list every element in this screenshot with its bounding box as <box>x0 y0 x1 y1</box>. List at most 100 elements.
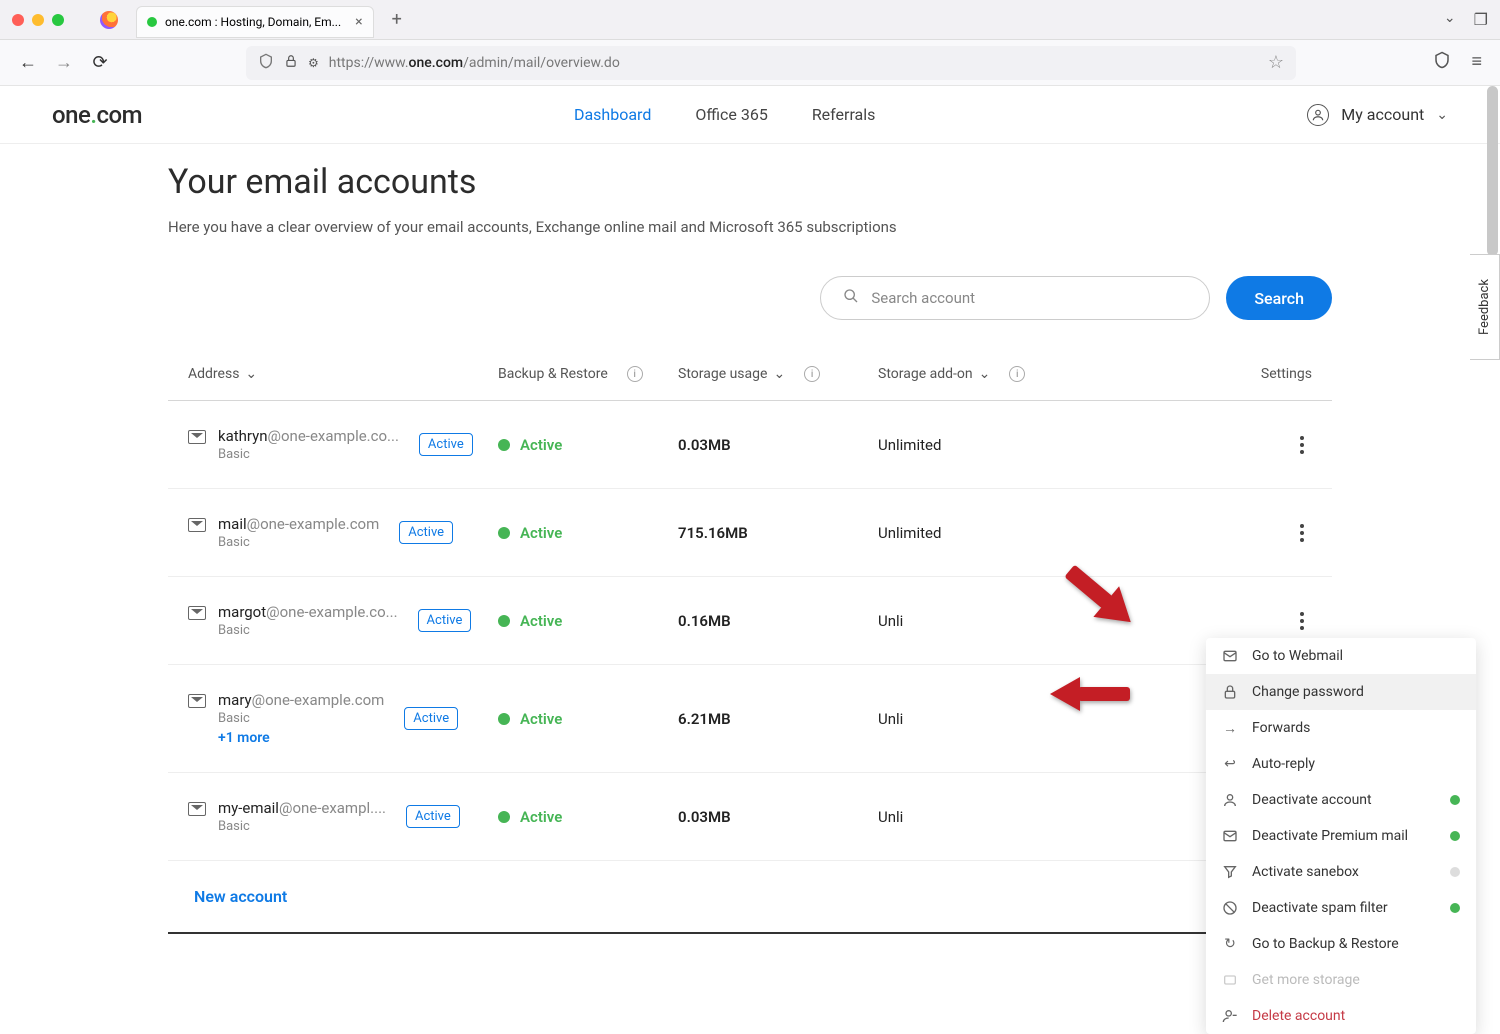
reload-button[interactable]: ⟳ <box>90 52 110 73</box>
person-remove-icon <box>1222 1008 1238 1024</box>
th-addon[interactable]: Storage add-on⌄ i <box>878 366 1108 382</box>
table-row: my-email@one-exampl.... Basic Active Act… <box>168 773 1332 861</box>
dd-auto-reply[interactable]: ↩Auto-reply <box>1206 746 1476 782</box>
pocket-icon[interactable] <box>1433 51 1451 74</box>
account-menu[interactable]: My account ⌄ <box>1307 104 1448 126</box>
minimize-window-button[interactable] <box>32 14 44 26</box>
person-icon <box>1222 792 1238 808</box>
site-topnav: one.com Dashboard Office 365 Referrals M… <box>0 86 1500 144</box>
email-local: my-email <box>218 799 279 817</box>
email-domain: @one-example.co... <box>266 603 397 621</box>
email-domain: @one-exampl.... <box>279 799 386 817</box>
app-menu-icon[interactable]: ≡ <box>1471 51 1482 74</box>
forward-button[interactable]: → <box>54 52 74 73</box>
shield-icon <box>258 53 274 73</box>
tab-title: one.com : Hosting, Domain, Em... <box>165 15 341 29</box>
more-link[interactable]: +1 more <box>218 730 384 746</box>
tab-close-icon[interactable]: × <box>349 14 362 30</box>
chevron-down-icon: ⌄ <box>245 366 257 382</box>
url-toolbar: ← → ⟳ ⚙ https://www.one.com/admin/mail/o… <box>0 40 1500 86</box>
feedback-tab[interactable]: Feedback <box>1470 254 1500 360</box>
tabs-dropdown-icon[interactable]: ⌄ <box>1444 10 1456 29</box>
dd-activate-sanebox[interactable]: Activate sanebox <box>1206 854 1476 890</box>
new-account-button[interactable]: New account <box>168 861 1332 934</box>
status-dot-icon <box>1450 867 1460 877</box>
mail-icon <box>1222 828 1238 844</box>
storage-usage: 0.03MB <box>678 808 878 826</box>
info-icon[interactable]: i <box>627 366 643 382</box>
status-dot-icon <box>1450 831 1460 841</box>
nav-dashboard[interactable]: Dashboard <box>574 105 651 124</box>
site-logo[interactable]: one.com <box>52 101 142 129</box>
nav-office365[interactable]: Office 365 <box>695 105 767 124</box>
traffic-lights <box>12 14 64 26</box>
dd-deactivate-account[interactable]: Deactivate account <box>1206 782 1476 818</box>
lock-icon <box>284 54 298 72</box>
email-domain: @one-example.com <box>252 691 385 709</box>
annotation-arrow-to-change-password <box>1050 677 1140 715</box>
webmail-icon <box>1222 648 1238 664</box>
table-row: kathryn@one-example.co... Basic Active A… <box>168 401 1332 489</box>
dd-goto-webmail[interactable]: Go to Webmail <box>1206 638 1476 674</box>
close-window-button[interactable] <box>12 14 24 26</box>
dd-delete-account[interactable]: Delete account <box>1206 998 1476 1034</box>
storage-usage: 0.03MB <box>678 436 878 454</box>
mail-icon <box>188 430 206 444</box>
storage-usage: 6.21MB <box>678 710 878 728</box>
arrow-right-icon: → <box>1222 720 1238 736</box>
bookmark-star-icon[interactable]: ☆ <box>1268 52 1284 73</box>
maximize-window-button[interactable] <box>52 14 64 26</box>
tab-favicon <box>147 17 157 27</box>
info-icon[interactable]: i <box>1009 366 1025 382</box>
email-local: mary <box>218 691 252 709</box>
email-local: margot <box>218 603 266 621</box>
storage-usage: 0.16MB <box>678 612 878 630</box>
reply-icon: ↩ <box>1222 756 1238 772</box>
dd-goto-backup[interactable]: ↻Go to Backup & Restore <box>1206 926 1476 962</box>
backup-status: Active <box>520 436 562 454</box>
th-address[interactable]: Address⌄ <box>188 366 498 382</box>
row-actions-button[interactable] <box>1292 518 1312 548</box>
back-button[interactable]: ← <box>18 52 38 73</box>
storage-addon: Unlimited <box>878 436 1108 454</box>
email-accounts-table: Address⌄ Backup & Restore i Storage usag… <box>168 348 1332 934</box>
browser-tab[interactable]: one.com : Hosting, Domain, Em... × <box>136 6 374 38</box>
storage-addon: Unli <box>878 808 1108 826</box>
row-actions-button[interactable] <box>1292 606 1312 636</box>
address-bar[interactable]: ⚙ https://www.one.com/admin/mail/overvie… <box>246 46 1296 80</box>
row-actions-button[interactable] <box>1292 430 1312 460</box>
th-storage[interactable]: Storage usage⌄ i <box>678 366 878 382</box>
info-icon[interactable]: i <box>804 366 820 382</box>
email-domain: @one-example.com <box>247 515 380 533</box>
dd-deactivate-spam[interactable]: Deactivate spam filter <box>1206 890 1476 926</box>
avatar-icon <box>1307 104 1329 126</box>
search-button[interactable]: Search <box>1226 276 1332 320</box>
annotation-arrow-to-kebab <box>1055 560 1145 634</box>
dd-change-password[interactable]: Change password <box>1206 674 1476 710</box>
mail-icon <box>188 802 206 816</box>
mail-icon <box>188 694 206 708</box>
backup-status: Active <box>520 524 562 542</box>
restore-icon: ↻ <box>1222 936 1238 952</box>
tier-label: Basic <box>218 535 379 550</box>
new-tab-button[interactable]: + <box>382 9 412 30</box>
backup-status: Active <box>520 808 562 826</box>
table-row: mail@one-example.com Basic Active Active… <box>168 489 1332 577</box>
search-input[interactable]: Search account <box>820 276 1210 320</box>
window-titlebar: one.com : Hosting, Domain, Em... × + ⌄ ❐ <box>0 0 1500 40</box>
permissions-icon[interactable]: ⚙ <box>308 56 319 70</box>
backup-status: Active <box>520 710 562 728</box>
dd-deactivate-premium[interactable]: Deactivate Premium mail <box>1206 818 1476 854</box>
search-icon <box>843 288 859 308</box>
tier-label: Basic <box>218 623 398 638</box>
window-copy-icon[interactable]: ❐ <box>1474 10 1488 29</box>
active-badge: Active <box>404 707 458 730</box>
dd-get-storage: Get more storage <box>1206 962 1476 998</box>
table-row: mary@one-example.com Basic +1 more Activ… <box>168 665 1332 773</box>
nav-referrals[interactable]: Referrals <box>812 105 876 124</box>
storage-usage: 715.16MB <box>678 524 878 542</box>
mail-icon <box>188 606 206 620</box>
dd-forwards[interactable]: →Forwards <box>1206 710 1476 746</box>
active-badge: Active <box>399 521 453 544</box>
row-actions-dropdown: Go to Webmail Change password →Forwards … <box>1206 638 1476 1034</box>
